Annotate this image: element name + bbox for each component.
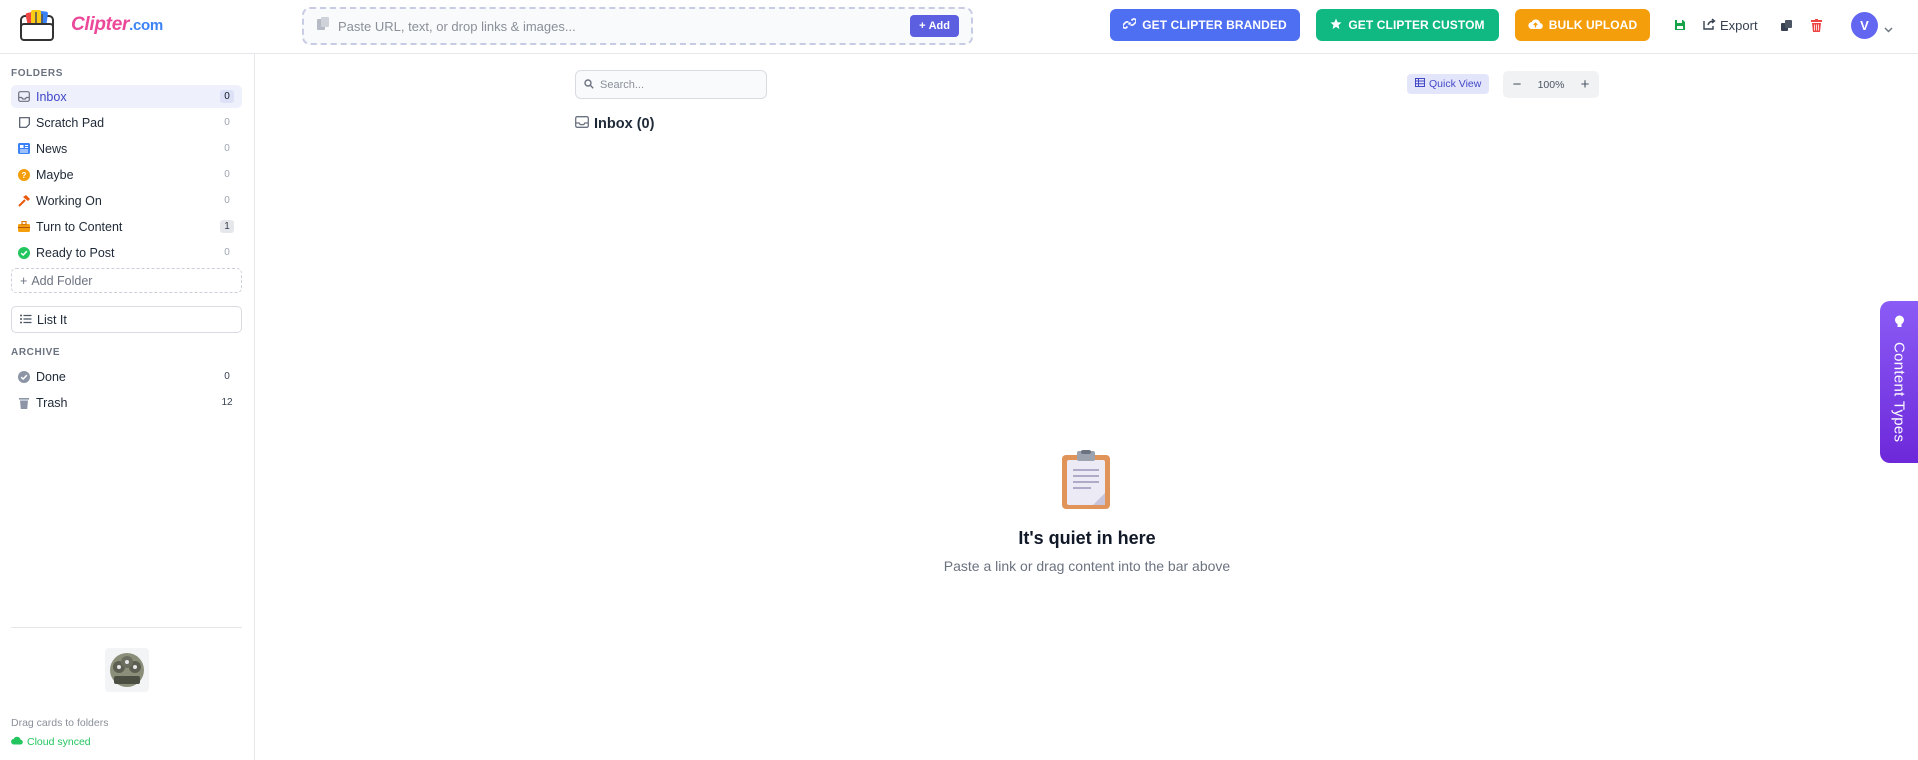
top-bar: Clipter.com + Add GET CLIPTER BRANDED GE…	[0, 0, 1918, 54]
mascot-image	[105, 648, 149, 692]
inbox-icon	[575, 116, 589, 132]
star-icon	[1330, 18, 1342, 33]
sidebar-item-working-on[interactable]: Working On 0	[11, 189, 242, 212]
bulk-label: BULK UPLOAD	[1548, 18, 1638, 32]
hammer-icon	[18, 194, 30, 207]
add-folder-label: Add Folder	[31, 273, 93, 288]
content-types-label: Content Types	[1890, 342, 1908, 443]
sidebar-divider	[11, 627, 242, 628]
share-icon	[1703, 17, 1716, 33]
export-label: Export	[1720, 17, 1758, 33]
sidebar-item-label: Trash	[36, 395, 68, 410]
trash-icon	[18, 397, 30, 409]
sidebar-item-label: Done	[36, 369, 66, 384]
newspaper-icon	[18, 143, 30, 155]
clipboard-icon	[1061, 450, 1111, 515]
sidebar-item-news[interactable]: News 0	[11, 137, 242, 160]
sidebar-item-inbox[interactable]: Inbox 0	[11, 85, 242, 108]
sidebar-item-scratch-pad[interactable]: Scratch Pad 0	[11, 111, 242, 134]
sidebar-item-turn-to-content[interactable]: Turn to Content 1	[11, 215, 242, 238]
add-button[interactable]: + Add	[910, 15, 959, 37]
trash-icon[interactable]	[1806, 15, 1826, 35]
get-clipter-branded-button[interactable]: GET CLIPTER BRANDED	[1110, 9, 1300, 41]
plus-icon: +	[20, 273, 28, 288]
folder-count: 0	[224, 143, 230, 154]
sidebar-item-label: Scratch Pad	[36, 115, 105, 130]
add-folder-button[interactable]: + Add Folder	[11, 268, 242, 293]
bulk-upload-button[interactable]: BULK UPLOAD	[1515, 9, 1650, 41]
sidebar-item-label: Maybe	[36, 167, 74, 182]
folder-count: 1	[220, 220, 234, 233]
clipboard-logo-icon	[19, 8, 69, 42]
user-avatar[interactable]: V	[1851, 12, 1878, 39]
folder-count: 12	[221, 397, 233, 408]
list-icon	[20, 313, 32, 327]
branded-label: GET CLIPTER BRANDED	[1142, 18, 1287, 32]
add-button-label: Add	[928, 20, 950, 32]
zoom-out-button[interactable]: −	[1509, 76, 1525, 93]
link-icon	[1122, 17, 1138, 33]
paste-bar[interactable]: + Add	[302, 7, 973, 45]
clipter-logo[interactable]: Clipter.com	[19, 7, 163, 43]
export-button[interactable]: Export	[1703, 14, 1758, 36]
cloud-icon	[11, 736, 23, 748]
list-it-button[interactable]: List It	[11, 306, 242, 333]
logo-wordmark: Clipter.com	[71, 14, 163, 35]
folder-heading: Inbox (0)	[575, 116, 654, 132]
sync-status: Cloud synced	[11, 736, 91, 748]
sidebar-item-label: Turn to Content	[36, 219, 123, 234]
svg-text:?: ?	[22, 171, 27, 180]
content-types-tab[interactable]: Content Types	[1880, 301, 1918, 463]
zoom-level: 100%	[1537, 78, 1565, 91]
folder-count: 0	[224, 195, 230, 206]
folders-section-title: FOLDERS	[11, 68, 63, 79]
sidebar-item-ready-to-post[interactable]: Ready to Post 0	[11, 241, 242, 264]
copy-icon[interactable]	[1776, 15, 1796, 35]
sidebar-item-trash[interactable]: Trash 12	[11, 391, 242, 414]
drag-hint: Drag cards to folders	[11, 717, 109, 729]
sidebar-item-label: Inbox	[36, 89, 67, 104]
folder-count: 0	[224, 371, 230, 382]
sidebar-item-label: News	[36, 141, 68, 156]
list-it-label: List It	[37, 312, 67, 327]
table-icon	[1415, 78, 1425, 90]
sidebar-item-maybe[interactable]: ? Maybe 0	[11, 163, 242, 186]
question-icon: ?	[18, 168, 30, 181]
sidebar-item-label: Working On	[36, 193, 102, 208]
quick-view-button[interactable]: Quick View	[1407, 74, 1490, 94]
quick-view-label: Quick View	[1429, 78, 1482, 90]
note-icon	[18, 117, 30, 129]
folder-heading-text: Inbox (0)	[594, 116, 655, 132]
zoom-in-button[interactable]: +	[1577, 76, 1593, 93]
sidebar-item-label: Ready to Post	[36, 245, 115, 260]
lightbulb-icon	[1894, 315, 1905, 334]
paste-input[interactable]	[338, 18, 911, 34]
empty-state-subtitle: Paste a link or drag content into the ba…	[943, 558, 1231, 574]
get-clipter-custom-button[interactable]: GET CLIPTER CUSTOM	[1316, 9, 1499, 41]
search-input[interactable]	[600, 78, 760, 91]
zoom-control: − 100% +	[1503, 71, 1599, 98]
folder-count: 0	[224, 247, 230, 258]
folder-count: 0	[224, 169, 230, 180]
sidebar: FOLDERS Inbox 0 Scratch Pad 0 News 0 ? M…	[0, 54, 255, 760]
search-box[interactable]	[575, 70, 767, 99]
plus-icon: +	[919, 20, 926, 32]
chevron-down-icon[interactable]	[1884, 20, 1893, 38]
check-circle-icon	[18, 246, 30, 259]
paste-icon	[316, 16, 330, 36]
folder-count: 0	[224, 117, 230, 128]
toolbox-icon	[18, 221, 30, 233]
save-icon[interactable]	[1670, 15, 1690, 35]
folder-count: 0	[220, 90, 234, 103]
inbox-icon	[18, 91, 30, 103]
custom-label: GET CLIPTER CUSTOM	[1348, 18, 1485, 32]
cloud-upload-icon	[1528, 18, 1543, 33]
empty-state-title: It's quiet in here	[1018, 528, 1156, 548]
archive-section-title: ARCHIVE	[11, 347, 61, 358]
sync-status-label: Cloud synced	[27, 736, 91, 748]
check-circle-icon	[18, 370, 30, 383]
sidebar-item-done[interactable]: Done 0	[11, 365, 242, 388]
search-icon	[584, 76, 594, 94]
